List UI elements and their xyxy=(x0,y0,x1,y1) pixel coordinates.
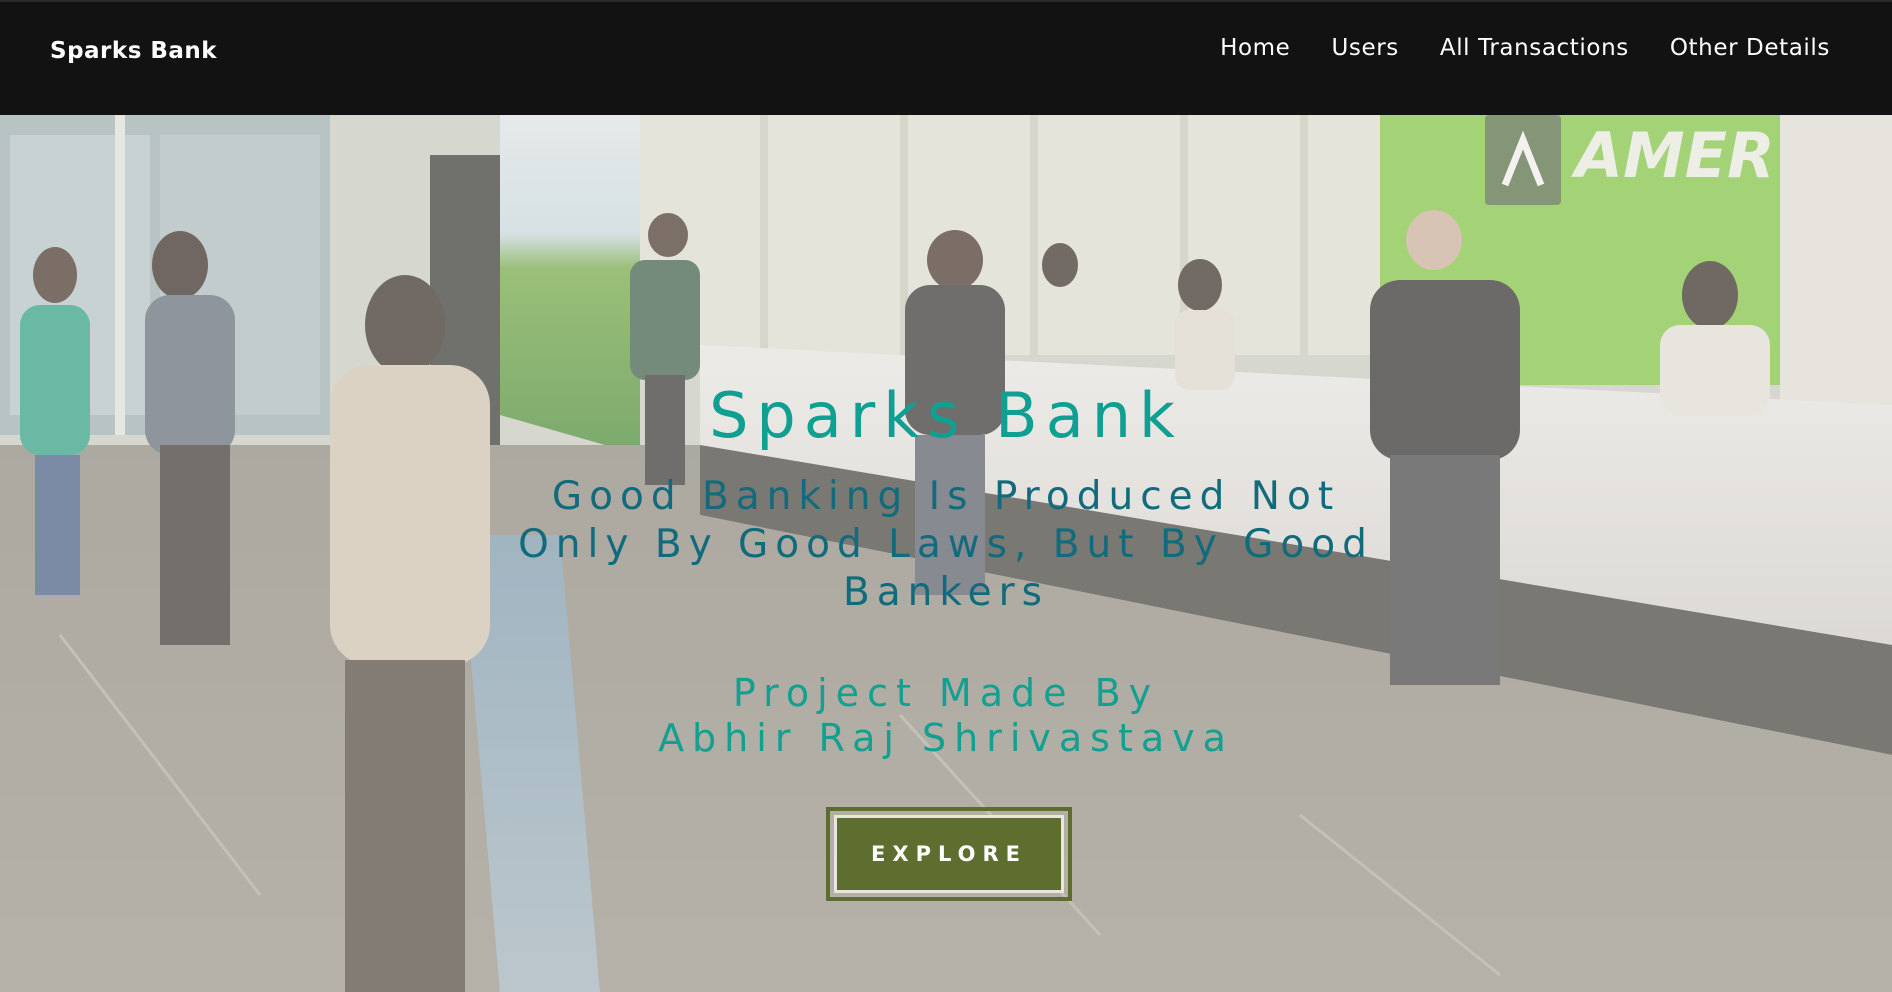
hero-content: Sparks Bank Good Banking Is Produced Not… xyxy=(0,115,1892,992)
nav-link-home[interactable]: Home xyxy=(1220,35,1290,61)
hero-credit-label: Project Made By xyxy=(732,671,1160,715)
hero-credit-name: Abhir Raj Shrivastava xyxy=(658,716,1234,760)
brand-logo-link[interactable]: Sparks Bank xyxy=(50,38,217,64)
nav-link-all-transactions[interactable]: All Transactions xyxy=(1440,35,1629,61)
hero-section: AMER Sparks Bank Good Banking Is Produce… xyxy=(0,115,1892,992)
explore-button[interactable]: EXPLORE xyxy=(826,807,1072,901)
top-navbar: Sparks Bank Home Users All Transactions … xyxy=(0,0,1892,115)
nav-link-other-details[interactable]: Other Details xyxy=(1670,35,1830,61)
nav-links: Home Users All Transactions Other Detail… xyxy=(1220,35,1830,61)
hero-title: Sparks Bank xyxy=(709,379,1183,452)
explore-button-label: EXPLORE xyxy=(834,815,1064,893)
nav-link-users[interactable]: Users xyxy=(1331,35,1398,61)
hero-tagline: Good Banking Is Produced Not Only By Goo… xyxy=(518,474,1374,615)
